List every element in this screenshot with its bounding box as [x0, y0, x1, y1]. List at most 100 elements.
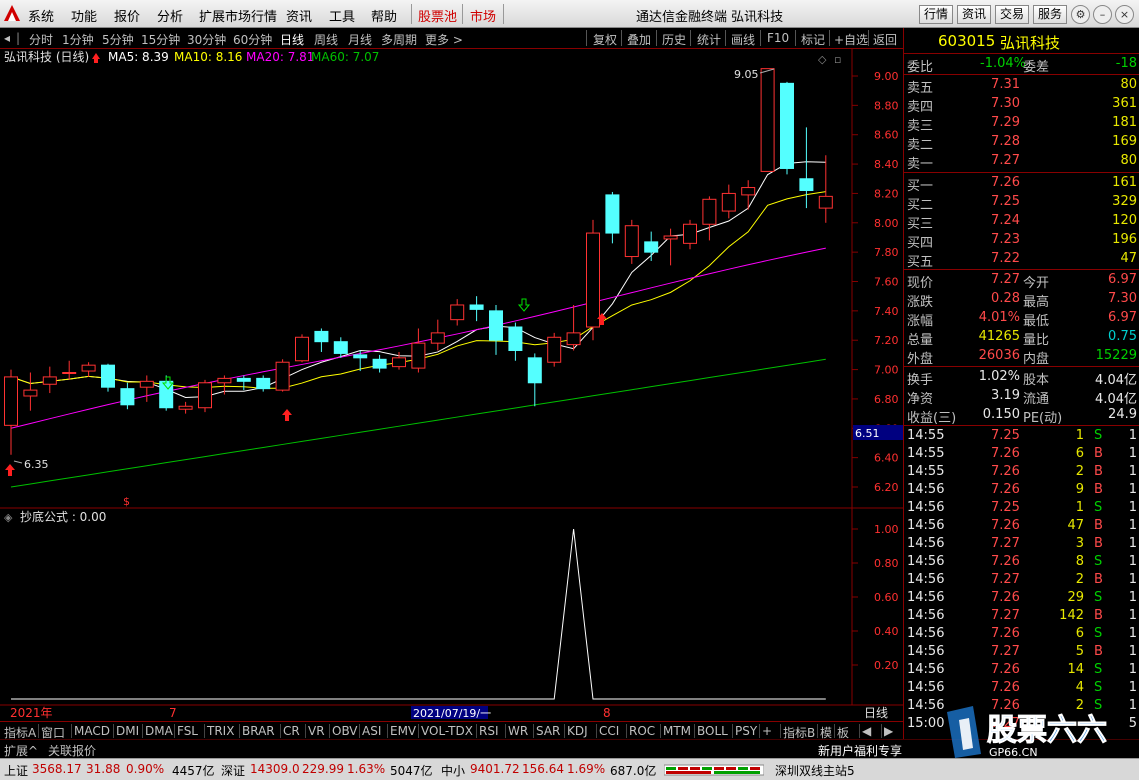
indicator-tab[interactable]: PSY	[735, 724, 757, 738]
candle-down[interactable]	[353, 354, 368, 359]
candle-down[interactable]	[799, 178, 814, 191]
period-weekly[interactable]: 周线	[314, 31, 338, 48]
candle-up[interactable]	[741, 187, 756, 196]
ask-row[interactable]: 卖五 7.31 80	[904, 76, 1139, 96]
indicator-tab[interactable]: VR	[308, 724, 325, 738]
indicator-tab[interactable]: EMV	[390, 724, 416, 738]
tick-row[interactable]: 14:56 7.26 9 B 1	[904, 481, 1139, 499]
indicator-tab[interactable]: TRIX	[207, 724, 234, 738]
indicator-tab[interactable]: RSI	[479, 724, 499, 738]
candle-up[interactable]	[295, 336, 309, 362]
period-30min[interactable]: 30分钟	[187, 31, 226, 48]
candle-down[interactable]	[780, 82, 794, 169]
bid-row[interactable]: 买四 7.23 196	[904, 231, 1139, 251]
indicator-tab[interactable]: ROC	[629, 724, 655, 738]
candle-up[interactable]	[721, 192, 736, 212]
indicator-tab[interactable]: FSL	[177, 724, 198, 738]
tick-row[interactable]: 14:56 7.26 4 S 1	[904, 679, 1139, 697]
period-daily[interactable]: 日线	[280, 31, 304, 48]
tick-row[interactable]: 14:56 7.27 5 B 1	[904, 643, 1139, 661]
candle-up[interactable]	[217, 377, 232, 384]
quote-button[interactable]: 行情	[919, 5, 954, 24]
candle-up[interactable]	[663, 235, 678, 240]
candle-down[interactable]	[469, 304, 484, 310]
bid-row[interactable]: 买二 7.25 329	[904, 193, 1139, 213]
tool-adjust[interactable]: 复权	[593, 31, 617, 48]
minimize-icon[interactable]: –	[1093, 5, 1112, 24]
tick-row[interactable]: 14:56 7.27 3 B 1	[904, 535, 1139, 553]
candle-down[interactable]	[333, 341, 348, 354]
indicator-tab[interactable]: MACD	[74, 724, 110, 738]
tick-row[interactable]: 14:56 7.26 6 S 1	[904, 625, 1139, 643]
candle-down[interactable]	[527, 357, 542, 384]
menu-news[interactable]: 资讯	[286, 6, 312, 25]
candle-up[interactable]	[4, 376, 18, 426]
tick-row[interactable]: 14:56 7.27 142 B 1	[904, 607, 1139, 625]
indicator-tab[interactable]: DMI	[116, 724, 139, 738]
indicator-tab[interactable]: BRAR	[242, 724, 275, 738]
candle-down[interactable]	[489, 310, 503, 341]
candle-up[interactable]	[624, 225, 639, 258]
candle-down[interactable]	[605, 194, 620, 234]
indicator-tab[interactable]: MTM	[663, 724, 691, 738]
candle-up[interactable]	[450, 304, 465, 321]
candle-down[interactable]	[236, 377, 251, 382]
candle-up[interactable]	[430, 332, 445, 344]
menu-help[interactable]: 帮助	[371, 6, 397, 25]
tool-add-watchlist[interactable]: +自选	[834, 31, 868, 48]
collapse-icon[interactable]: ◈	[4, 511, 13, 524]
period-intraday[interactable]: 分时	[29, 31, 53, 48]
period-more[interactable]: 更多 >	[425, 31, 463, 48]
candle-down[interactable]	[120, 388, 135, 406]
tool-mark[interactable]: 标记	[801, 31, 825, 48]
candle-up[interactable]	[547, 336, 562, 363]
menu-function[interactable]: 功能	[71, 6, 97, 25]
menu-quote[interactable]: 报价	[114, 6, 140, 25]
candle-down[interactable]	[256, 377, 271, 390]
candle-up[interactable]	[62, 372, 77, 375]
tick-row[interactable]: 14:56 7.25 1 S 1	[904, 499, 1139, 517]
indicator-tab[interactable]: ◀	[862, 724, 871, 738]
diamond-icon[interactable]: ◇	[818, 53, 827, 66]
settings-icon[interactable]: ⚙	[1071, 5, 1090, 24]
kline-chart[interactable]: 弘讯科技 (日线) MA5: 8.39 MA10: 8.16 MA20: 7.8…	[0, 49, 903, 721]
candle-up[interactable]	[178, 405, 193, 410]
expand-icon[interactable]: ▫	[834, 53, 841, 66]
candle-down[interactable]	[372, 358, 387, 369]
candle-up[interactable]	[139, 380, 154, 388]
indicator-tab[interactable]: VOL-TDX	[421, 724, 473, 738]
indicator-tab[interactable]: SAR	[536, 724, 560, 738]
period-1min[interactable]: 1分钟	[62, 31, 94, 48]
bid-row[interactable]: 买五 7.22 47	[904, 250, 1139, 270]
candle-up[interactable]	[818, 195, 833, 209]
tick-row[interactable]: 14:55 7.25 1 S 1	[904, 427, 1139, 445]
period-15min[interactable]: 15分钟	[141, 31, 180, 48]
indicator-tab[interactable]: ASI	[362, 724, 381, 738]
candle-up[interactable]	[411, 342, 426, 369]
indicator-tab[interactable]: KDJ	[567, 724, 588, 738]
bid-row[interactable]: 买一 7.26 161	[904, 174, 1139, 194]
tick-row[interactable]: 14:55 7.26 6 B 1	[904, 445, 1139, 463]
menu-extended-market[interactable]: 扩展市场行情	[199, 6, 277, 25]
tool-history[interactable]: 历史	[662, 31, 686, 48]
ask-row[interactable]: 卖二 7.28 169	[904, 133, 1139, 153]
indicator-tab[interactable]: +	[762, 724, 772, 738]
indicator-tab[interactable]: OBV	[332, 724, 358, 738]
indicator-tab[interactable]: ▶	[884, 724, 893, 738]
candle-up[interactable]	[566, 332, 581, 346]
indicator-tab[interactable]: BOLL	[697, 724, 728, 738]
candle-up[interactable]	[81, 364, 96, 372]
ask-row[interactable]: 卖三 7.29 181	[904, 114, 1139, 134]
menu-stock-pool[interactable]: 股票池	[418, 6, 457, 25]
tick-row[interactable]: 14:56 7.26 47 B 1	[904, 517, 1139, 535]
menu-market[interactable]: 市场	[470, 6, 496, 25]
candle-down[interactable]	[314, 330, 329, 343]
menu-arrow-icon[interactable]: ◂	[4, 31, 10, 45]
related-quote-button[interactable]: 关联报价	[48, 742, 96, 759]
expand-button[interactable]: 扩展^	[4, 742, 38, 759]
candle-up[interactable]	[586, 232, 600, 328]
tool-f10[interactable]: F10	[767, 31, 789, 45]
tool-overlay[interactable]: 叠加	[627, 31, 651, 48]
candle-up[interactable]	[23, 389, 38, 397]
candle-up[interactable]	[392, 357, 406, 368]
